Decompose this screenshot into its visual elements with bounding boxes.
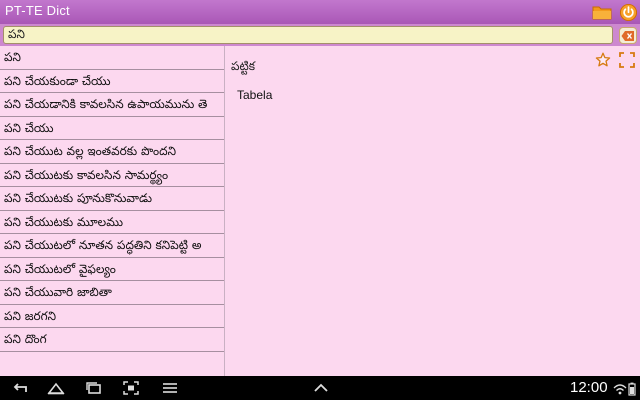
- list-item[interactable]: పని చేయు: [0, 117, 224, 140]
- app-title: PT-TE Dict: [5, 3, 70, 18]
- headword: పట్టిక: [231, 59, 256, 73]
- exit-button[interactable]: [617, 2, 639, 22]
- list-item[interactable]: పని చేయకుండా చేయు: [0, 70, 224, 93]
- expand-icon: [619, 52, 635, 68]
- list-item[interactable]: పని చేయుటలో వైఫల్యం: [0, 258, 224, 281]
- list-item[interactable]: పని దొంగ: [0, 328, 224, 352]
- home-icon[interactable]: [47, 381, 65, 395]
- wifi-battery-icon: [613, 382, 636, 396]
- list-item[interactable]: పని చేయడానికి కావలసిన ఉపాయమును తె: [0, 93, 224, 117]
- list-item[interactable]: పని చేయుటకు మూలము: [0, 211, 224, 234]
- list-item[interactable]: పని చేయుట వల్ల ఇంతవరకు పొందని: [0, 140, 224, 164]
- word-list: పని పని చేయకుండా చేయు పని చేయడానికి కావల…: [0, 46, 225, 376]
- star-icon: [595, 52, 611, 67]
- clear-icon: [621, 30, 634, 41]
- favorite-button[interactable]: [595, 52, 611, 68]
- chevron-up-icon[interactable]: [312, 381, 330, 395]
- list-item[interactable]: పని చేయుటకు కావలసిన సామర్థ్యం: [0, 164, 224, 187]
- power-icon: [619, 3, 637, 21]
- list-item[interactable]: పని చేయుటకు పూనుకొనువాడు: [0, 187, 224, 211]
- definition-panel: పట్టిక Tabela: [225, 46, 640, 376]
- list-item[interactable]: పని చేయుటలో నూతన పద్ధతిని కనిపెట్టి అ: [0, 234, 224, 258]
- list-item[interactable]: పని: [0, 46, 224, 70]
- search-input[interactable]: [3, 26, 613, 44]
- translation-text: Tabela: [237, 88, 273, 102]
- fullscreen-button[interactable]: [619, 52, 635, 68]
- menu-icon[interactable]: [161, 381, 179, 395]
- back-icon[interactable]: [11, 381, 29, 395]
- recent-apps-icon[interactable]: [85, 381, 103, 395]
- clock: 12:00: [570, 379, 608, 396]
- folder-icon: [592, 6, 612, 20]
- title-bar: PT-TE Dict: [0, 0, 640, 24]
- open-folder-button[interactable]: [591, 2, 613, 22]
- list-item[interactable]: పని చేయువారి జాబితా: [0, 281, 224, 305]
- screenshot-icon[interactable]: [122, 381, 140, 395]
- list-item[interactable]: పని జరగని: [0, 305, 224, 328]
- system-navigation-bar: 12:00: [0, 376, 640, 400]
- clear-search-button[interactable]: [619, 27, 637, 44]
- search-bar: [0, 24, 640, 46]
